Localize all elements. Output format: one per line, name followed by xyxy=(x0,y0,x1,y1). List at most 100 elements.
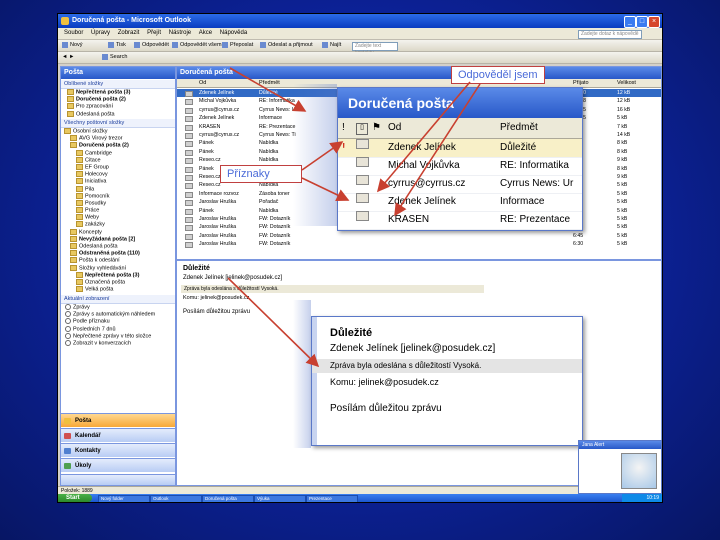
zoomed-column-subject[interactable]: Předmět xyxy=(500,118,538,138)
zoom-connector xyxy=(293,84,337,226)
message-from: cyrrus@cyrrus.cz xyxy=(199,106,240,113)
message-size: 7 kB xyxy=(617,123,628,130)
print-button[interactable]: Tisk xyxy=(108,40,126,51)
folder-item[interactable]: Posudky xyxy=(61,199,175,207)
zoomed-message-row[interactable]: Michal Vojkůvka RE: Informatika xyxy=(338,157,582,176)
view-option[interactable]: Nepřečtené zprávy v této složce xyxy=(61,332,175,340)
message-row[interactable]: Jaroslav Hruška FW: Dotazník 6:45 5 kB xyxy=(177,232,661,240)
search-button[interactable]: Search xyxy=(102,52,127,63)
folder-item[interactable]: Odstraněná pošta (110) xyxy=(61,250,175,257)
folder-item[interactable]: Pošta k odeslání xyxy=(61,257,175,264)
folder-item[interactable]: Weby xyxy=(61,214,175,221)
radio-icon[interactable] xyxy=(65,311,71,318)
favorites-title[interactable]: Oblíbené složky xyxy=(61,80,175,89)
favorite-folder-item[interactable]: Nepřečtená pošta (3) xyxy=(61,89,175,96)
taskbar-item[interactable]: Prezentace xyxy=(306,495,358,502)
menu-edit[interactable]: Úpravy xyxy=(91,30,110,36)
folder-icon xyxy=(67,103,74,110)
favorite-folder-item[interactable]: Doručená pošta (2) xyxy=(61,96,175,103)
folder-item[interactable]: Nepřečtená pošta (3) xyxy=(61,271,175,279)
zoomed-message-row[interactable]: Zdenek Jelínek Informace xyxy=(338,193,582,212)
taskbar-item[interactable]: Nový folder xyxy=(98,495,150,502)
favorite-folder-item[interactable]: Pro zpracování xyxy=(61,103,175,110)
zoom-connector xyxy=(293,300,311,448)
nav-button-calendar[interactable]: Kalendář xyxy=(61,428,175,442)
nav-button-mail[interactable]: Pošta xyxy=(61,413,175,427)
zoomed-message-row[interactable]: cyrrus@cyrrus.cz Cyrrus News: Ur xyxy=(338,175,582,194)
forward-button[interactable]: Přeposlat xyxy=(222,40,253,51)
view-option[interactable]: Zobrazit v konverzacích xyxy=(61,339,175,347)
maximize-button[interactable]: □ xyxy=(636,16,648,28)
zoomed-column-headers: ! ▯ ⚑ Od Předmět xyxy=(338,118,582,139)
folder-item[interactable]: Holecovy xyxy=(61,171,175,178)
contact-search-input[interactable]: Zadejte text kontaktu xyxy=(352,42,398,56)
view-list: Zprávy Zprávy s automatickým náhledem Podl… xyxy=(61,304,175,347)
menu-tools[interactable]: Nástroje xyxy=(169,30,191,36)
send-receive-button[interactable]: Odeslat a přijmout xyxy=(260,40,313,51)
back-button[interactable]: ◄ ► xyxy=(62,52,74,63)
folder-item[interactable]: Nevyžádaná pošta [2] xyxy=(61,235,175,243)
menu-help[interactable]: Nápověda xyxy=(220,30,247,36)
folder-item[interactable]: Práce xyxy=(61,207,175,214)
preview-sender[interactable]: Zdenek Jelínek [jelinek@posudek.cz] xyxy=(183,275,282,281)
zoomed-preview-sender[interactable]: Zdenek Jelínek [jelinek@posudek.cz] xyxy=(330,343,495,354)
view-option[interactable]: Posledních 7 dnů xyxy=(61,325,175,333)
radio-icon[interactable] xyxy=(65,332,71,339)
folder-item[interactable]: Osobní složky xyxy=(61,128,175,135)
radio-icon[interactable] xyxy=(65,325,71,332)
folder-item[interactable]: Koncepty xyxy=(61,228,175,236)
folder-item[interactable]: Odeslaná pošta xyxy=(61,243,175,250)
view-option[interactable]: Podle příznaku xyxy=(61,318,175,325)
message-row[interactable]: Jaroslav Hruška FW: Dotazník 6:30 5 kB xyxy=(177,240,661,249)
menu-view[interactable]: Zobrazit xyxy=(118,30,140,36)
zoomed-message-row[interactable]: KRASEN RE: Prezentace xyxy=(338,211,582,230)
folder-item[interactable]: Doručená pošta (2) xyxy=(61,142,175,149)
reply-all-button[interactable]: Odpovědět všem xyxy=(172,40,222,51)
web-toolbar: ◄ ► Search xyxy=(58,52,662,64)
reply-button[interactable]: Odpovědět xyxy=(134,40,169,51)
new-button[interactable]: Nový xyxy=(62,40,83,51)
view-option[interactable]: Zprávy xyxy=(61,304,175,311)
folder-item[interactable]: Pila xyxy=(61,185,175,193)
menu-file[interactable]: Soubor xyxy=(64,30,83,36)
radio-icon[interactable] xyxy=(65,318,71,325)
taskbar-item[interactable]: Outlook xyxy=(150,495,202,502)
folder-item[interactable]: Velká pošta xyxy=(61,286,175,293)
column-size[interactable]: Velikost xyxy=(617,79,636,87)
radio-icon[interactable] xyxy=(65,304,71,310)
folder-item[interactable]: Cambridge xyxy=(61,149,175,157)
start-button[interactable]: Start xyxy=(58,494,92,502)
current-view-title[interactable]: Aktuální zobrazení xyxy=(61,295,175,304)
column-received[interactable]: Přijato xyxy=(573,79,589,87)
minimize-button[interactable]: _ xyxy=(624,16,636,28)
messenger-alert[interactable]: Jana Alert xyxy=(578,440,662,494)
column-subject[interactable]: Předmět xyxy=(259,79,280,87)
zoomed-message-row[interactable]: ! Zdenek Jelínek Důležité xyxy=(338,139,582,158)
folder-item[interactable]: Iniciativa xyxy=(61,178,175,185)
nav-button-tasks[interactable]: Úkoly xyxy=(61,458,175,472)
folder-item[interactable]: Pomocník xyxy=(61,192,175,200)
radio-icon[interactable] xyxy=(65,339,71,346)
folder-item[interactable]: Citace xyxy=(61,156,175,164)
nav-button-contacts[interactable]: Kontakty xyxy=(61,443,175,457)
favorite-folder-item[interactable]: Odeslaná pošta xyxy=(61,110,175,118)
folder-item[interactable]: EF Group xyxy=(61,163,175,171)
nav-shortcut-strip[interactable] xyxy=(61,474,175,485)
folder-label: Pila xyxy=(85,185,95,192)
folder-item[interactable]: zakázky xyxy=(61,221,175,228)
folder-item[interactable]: AVG Virový trezor xyxy=(61,135,175,142)
close-button[interactable]: × xyxy=(648,16,660,28)
taskbar-item[interactable]: Výuka xyxy=(254,495,306,502)
help-search-input[interactable]: Zadejte dotaz k nápovědě xyxy=(578,30,642,39)
find-button[interactable]: Najít xyxy=(322,40,341,51)
folder-item[interactable]: Označená pošta xyxy=(61,278,175,286)
folder-item[interactable]: Složky vyhledávání xyxy=(61,264,175,272)
view-option[interactable]: Zprávy s automatickým náhledem xyxy=(61,311,175,318)
envelope-icon xyxy=(185,200,193,207)
all-mail-title[interactable]: Všechny poštovní složky xyxy=(61,119,175,128)
column-from[interactable]: Od xyxy=(199,79,206,87)
menu-go[interactable]: Přejít xyxy=(147,30,161,36)
zoomed-column-from[interactable]: Od xyxy=(388,118,401,138)
menu-actions[interactable]: Akce xyxy=(199,30,212,36)
taskbar-item[interactable]: Doručená pošta xyxy=(202,495,254,502)
